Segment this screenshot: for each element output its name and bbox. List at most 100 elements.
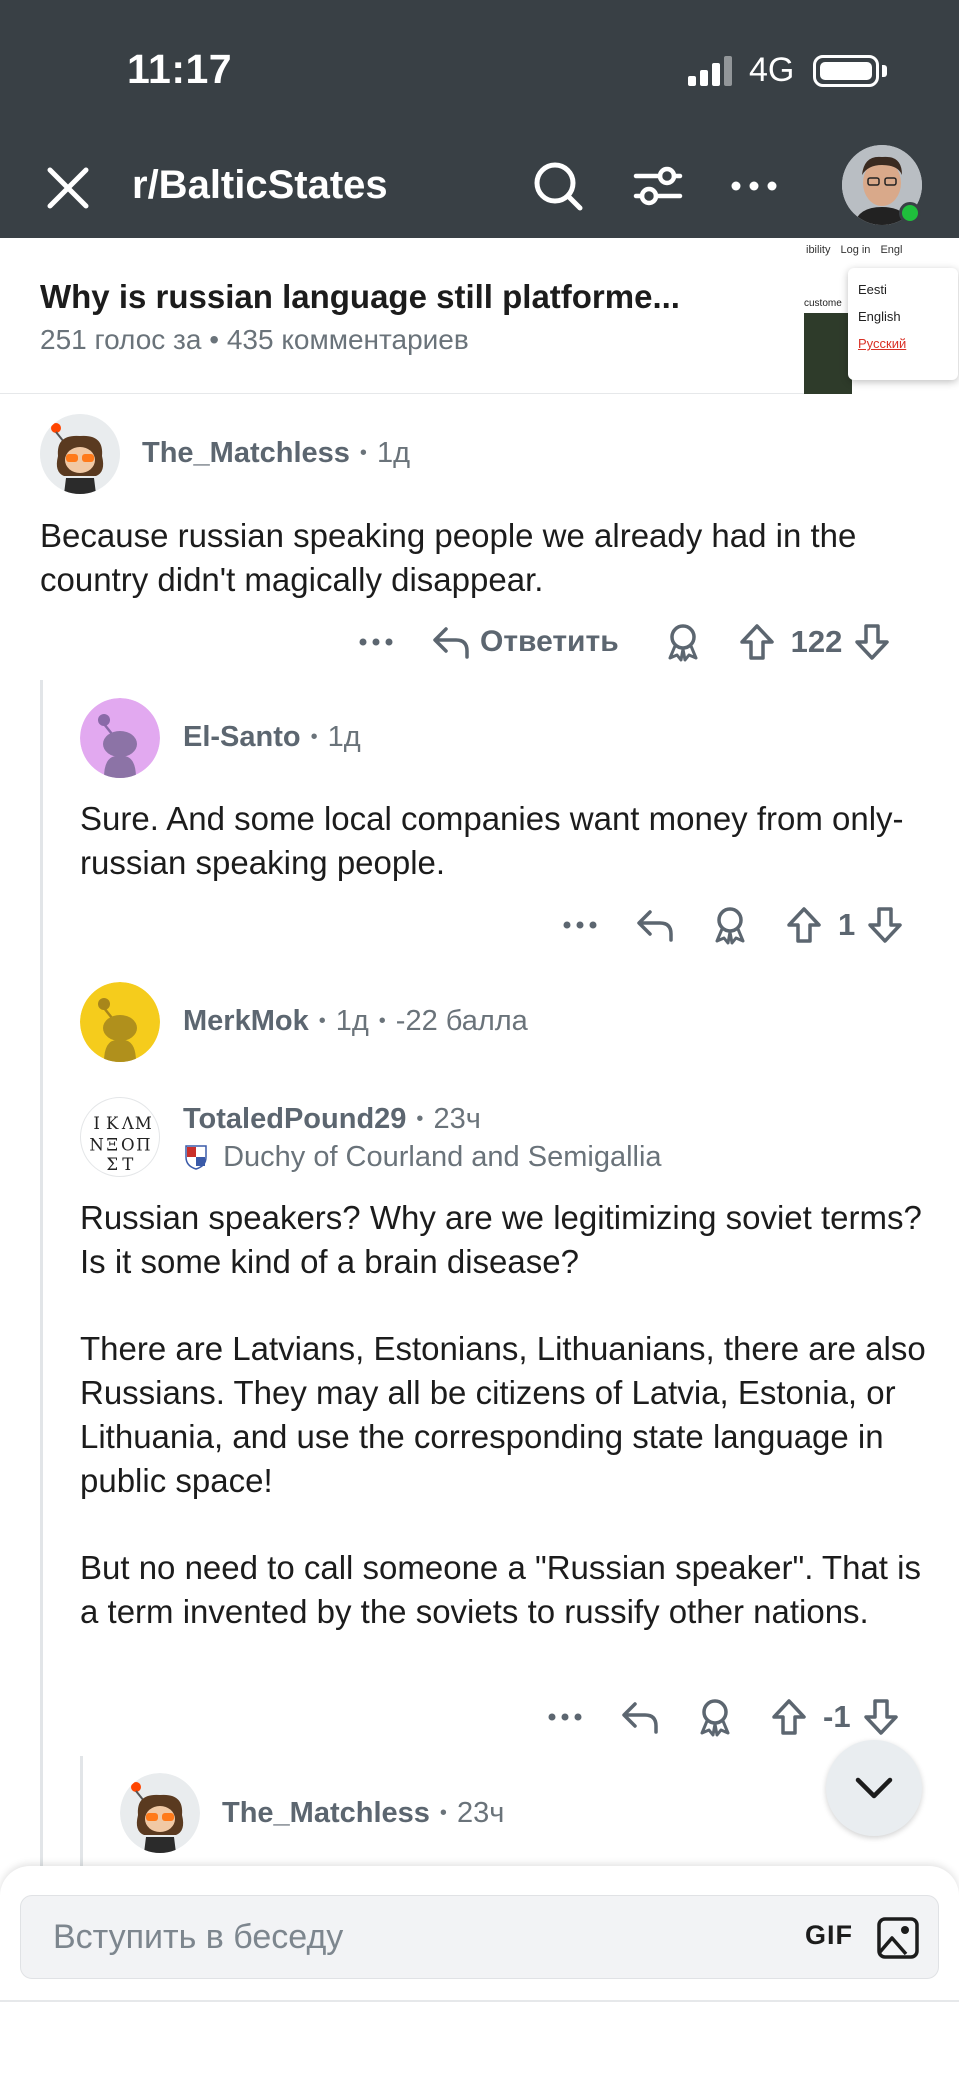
app-header: 11:17 4G r/BalticStates: [0, 0, 959, 238]
vote-score: -1: [823, 1699, 851, 1734]
comment-input[interactable]: Вступить в беседу GIF: [20, 1895, 939, 1979]
thumbnail-photo: [804, 313, 852, 394]
reply-icon: [433, 627, 469, 659]
downvote-icon[interactable]: [867, 906, 903, 944]
avatar-letter: Ο: [121, 1136, 135, 1155]
reply-button[interactable]: Ответить: [432, 625, 619, 659]
award-icon[interactable]: [665, 622, 701, 662]
comment-actions: -1: [545, 1692, 899, 1742]
comment-input-placeholder: Вступить в беседу: [53, 1918, 344, 1956]
upvote-icon[interactable]: [739, 623, 775, 661]
post-summary[interactable]: Why is russian language still platforme.…: [0, 238, 959, 394]
avatar-letter: Ν: [89, 1136, 104, 1155]
upvote-icon[interactable]: [771, 1698, 807, 1736]
dot-separator: •: [318, 1010, 326, 1032]
gif-button[interactable]: GIF: [805, 1920, 853, 1951]
collapsed-comment-header[interactable]: MerkMok • 1д • -22 балла: [183, 1005, 528, 1038]
avatar-letter: Τ: [122, 1155, 133, 1174]
more-options-icon[interactable]: [545, 1712, 585, 1722]
comment-points: -22 балла: [395, 1005, 528, 1037]
comment-body: Sure. And some local companies want mone…: [80, 797, 940, 885]
reply-icon[interactable]: [621, 1700, 659, 1734]
comment-age: 1д: [376, 437, 410, 469]
comment-header: The_Matchless • 23ч: [222, 1797, 504, 1830]
avatar[interactable]: [80, 698, 160, 778]
post-title[interactable]: Why is russian language still platforme.…: [40, 278, 680, 316]
reply-icon[interactable]: [636, 908, 674, 942]
user-flair: Duchy of Courland and Semigallia: [183, 1141, 662, 1174]
upvote-icon[interactable]: [786, 906, 822, 944]
thumbnail-bar-text: ibility: [806, 244, 831, 256]
post-thumbnail[interactable]: ibility Log in Engl custome Eesti Englis…: [804, 238, 959, 394]
downvote-icon[interactable]: [854, 623, 890, 661]
comment-age: 1д: [327, 721, 361, 753]
comment-paragraph: There are Latvians, Estonians, Lithuania…: [80, 1330, 926, 1499]
comment-author[interactable]: TotaledPound29: [183, 1103, 406, 1136]
thumbnail-left-text: custome: [804, 298, 842, 309]
comment-body: Russian speakers? Why are we legitimizin…: [80, 1196, 940, 1634]
thread-line[interactable]: [40, 680, 43, 1866]
next-comment-button[interactable]: [826, 1740, 922, 1836]
award-icon[interactable]: [697, 1697, 733, 1737]
comment-paragraph: Because russian speaking people we alrea…: [40, 517, 857, 598]
comment-paragraph: Russian speakers? Why are we legitimizin…: [80, 1199, 922, 1280]
thumbnail-topbar: ibility Log in Engl: [804, 238, 959, 258]
thumbnail-menu-item: Русский: [858, 336, 907, 351]
avatar[interactable]: [40, 414, 120, 494]
cellular-signal-icon: [688, 56, 732, 86]
comment-author[interactable]: El-Santo: [183, 721, 301, 754]
dot-separator: •: [310, 726, 318, 748]
post-meta: 251 голос за • 435 комментариев: [40, 324, 469, 356]
reply-label: Ответить: [480, 625, 619, 658]
avatar-letter: Σ: [106, 1155, 118, 1174]
thumbnail-menu-item: English: [858, 309, 901, 324]
close-button[interactable]: [40, 160, 96, 216]
comment-age: 23ч: [433, 1103, 481, 1135]
vote-score: 122: [790, 624, 843, 659]
post-comment-count: 435 комментариев: [226, 324, 469, 355]
avatar-letter: Μ: [135, 1114, 152, 1133]
comment-body: Because russian speaking people we alrea…: [40, 514, 920, 602]
flair-text: Duchy of Courland and Semigallia: [223, 1141, 662, 1173]
status-time: 11:17: [127, 46, 233, 92]
search-icon[interactable]: [530, 158, 586, 214]
bottom-safe-area: [0, 2000, 959, 2080]
comment-author[interactable]: The_Matchless: [222, 1797, 430, 1830]
dot-separator: •: [416, 1108, 424, 1130]
thread-line[interactable]: [80, 1756, 83, 1866]
sort-filter-icon[interactable]: [630, 158, 686, 214]
avatar-letter: Π: [136, 1136, 150, 1155]
meta-separator: •: [209, 324, 227, 355]
post-votes: 251 голос за: [40, 324, 202, 355]
dot-separator: •: [359, 442, 367, 464]
dot-separator: •: [439, 1802, 447, 1824]
avatar-letter: Λ: [121, 1114, 135, 1133]
network-type: 4G: [749, 51, 795, 89]
downvote-icon[interactable]: [863, 1698, 899, 1736]
comment-header: The_Matchless • 1д: [142, 437, 410, 470]
comment-author[interactable]: MerkMok: [183, 1005, 309, 1038]
image-icon[interactable]: [876, 1916, 920, 1960]
comment-paragraph: Sure. And some local companies want mone…: [80, 800, 904, 881]
vote-score: 1: [838, 907, 856, 942]
avatar-letter: Ι: [93, 1114, 100, 1133]
more-options-icon[interactable]: [356, 637, 396, 647]
avatar[interactable]: [120, 1773, 200, 1853]
coat-of-arms-icon: [185, 1145, 207, 1170]
thumbnail-language-menu: Eesti English Русский: [848, 268, 958, 380]
comment-author[interactable]: The_Matchless: [142, 437, 350, 470]
comment-actions: 1: [560, 900, 903, 950]
comment-header: El-Santo • 1д: [183, 721, 361, 754]
thumbnail-bar-text: Log in: [840, 244, 871, 256]
online-status-dot: [899, 202, 921, 224]
thumbnail-bar-text: Engl: [880, 244, 903, 256]
subreddit-title[interactable]: r/BalticStates: [132, 163, 388, 208]
chevron-down-icon: [855, 1777, 893, 1799]
battery-nub: [882, 65, 887, 77]
thumbnail-menu-item: Eesti: [858, 282, 887, 297]
more-options-icon[interactable]: [726, 158, 782, 214]
avatar[interactable]: [80, 982, 160, 1062]
avatar[interactable]: Ι Κ Λ Μ Ν Ξ Ο Π Σ Τ: [80, 1097, 160, 1177]
more-options-icon[interactable]: [560, 920, 600, 930]
award-icon[interactable]: [712, 905, 748, 945]
